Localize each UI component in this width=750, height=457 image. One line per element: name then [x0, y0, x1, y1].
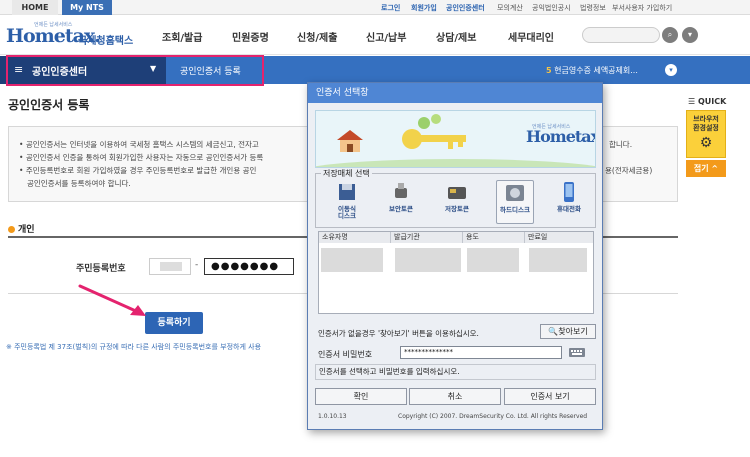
logo-sub-text: 국세청홈택스: [78, 36, 134, 47]
status-message: 인증서를 선택하고 비밀번호를 입력하십시오.: [315, 364, 596, 380]
cert-select-dialog: 인증서 선택창 언제든 납세서비스 Hometax. 이동식 디스크 보안토큰 …: [307, 82, 603, 430]
hard-disk-icon: [506, 185, 524, 201]
bullet-icon: [8, 226, 15, 233]
password-input[interactable]: **************: [400, 346, 562, 359]
chevron-down-icon[interactable]: ▾: [665, 64, 677, 76]
banner-logo: Hometax.: [526, 127, 596, 146]
section-label: 개인: [8, 222, 35, 235]
media-label: 하드디스크: [500, 206, 530, 214]
media-hard-disk[interactable]: 하드디스크: [496, 180, 534, 224]
browse-button[interactable]: 🔍찾아보기: [540, 324, 596, 339]
browser-settings-button[interactable]: 브라우저 환경설정 ⚙: [686, 110, 726, 158]
ok-button[interactable]: 확인: [315, 388, 407, 405]
signup-link[interactable]: 회원가입: [411, 3, 437, 13]
annotation-arrow: [78, 284, 146, 316]
cancel-button[interactable]: 취소: [409, 388, 501, 405]
jumin-label: 주민등록번호: [76, 264, 126, 274]
chevron-down-icon[interactable]: ▾: [682, 27, 698, 43]
hometax-logo[interactable]: 언제든 납세서비스 Hometax. 국세청홈택스: [6, 21, 134, 49]
highlight-box: [6, 55, 264, 86]
nav-apply[interactable]: 신청/제출: [297, 29, 337, 44]
media-removable-disk[interactable]: 이동식 디스크: [328, 180, 366, 224]
col-usage[interactable]: 용도: [463, 232, 525, 243]
blurred-cell: [395, 248, 461, 272]
col-owner[interactable]: 소유자명: [319, 232, 391, 243]
password-label: 인증서 비밀번호: [318, 350, 373, 359]
security-token-icon: [395, 183, 407, 198]
media-label: 이동식 디스크: [338, 205, 356, 220]
copyright-text: Copyright (C) 2007. DreamSecurity Co. Lt…: [398, 413, 588, 420]
keyboard-icon[interactable]: [568, 345, 586, 359]
storage-media-group: 이동식 디스크 보안토큰 저장토큰 하드디스크 휴대전화: [315, 173, 596, 228]
public-corp-link[interactable]: 공익법인공시: [532, 3, 571, 13]
top-bar: HOME My NTS 로그인 회원가입 공인인증센터 모의계산 공익법인공시 …: [0, 0, 750, 15]
info-line: 공인인증서를 등록하여야 합니다.: [27, 179, 131, 188]
media-mobile-phone[interactable]: 휴대전화: [550, 180, 588, 224]
gear-icon: ⚙: [699, 135, 713, 151]
blurred-cell: [321, 248, 383, 272]
notice-text: 현금영수증 세액공제회...: [554, 66, 638, 75]
version-text: 1.0.10.13: [318, 413, 347, 420]
footnote: ※ 주민등록법 제 37조(벌칙)의 규정에 따라 다른 사람의 주민등록번호를…: [6, 343, 262, 351]
quick-title: ☰ QUICK: [688, 97, 727, 106]
info-line-end: 합니다.: [609, 140, 633, 149]
media-label: 저장토큰: [445, 205, 469, 213]
tab-home[interactable]: HOME: [12, 0, 58, 15]
media-security-token[interactable]: 보안토큰: [382, 180, 420, 224]
blurred-cell: [529, 248, 587, 272]
law-info-link[interactable]: 법령정보: [580, 3, 606, 13]
blurred-cell: [467, 248, 519, 272]
dialog-title: 인증서 선택창: [308, 83, 602, 103]
quick-fold-button[interactable]: 접기 ^: [686, 160, 726, 177]
page-title: 공인인증서 등록: [8, 98, 90, 112]
dept-user-join-link[interactable]: 부서사용자 가입하기: [612, 3, 672, 13]
col-issuer[interactable]: 발급기관: [391, 232, 463, 243]
nav-consult[interactable]: 상담/제보: [436, 29, 476, 44]
mock-calc-link[interactable]: 모의계산: [497, 3, 523, 13]
notice-number: 5: [546, 66, 552, 75]
nav-civil-cert[interactable]: 민원증명: [232, 29, 269, 44]
storage-label: 저장매체 선택: [321, 168, 372, 179]
info-line: • 주민등록번호로 회원 가입하였을 경우 주민등록번호로 발급한 개인용 공인: [19, 166, 257, 175]
login-link[interactable]: 로그인: [381, 3, 400, 13]
media-label: 보안토큰: [389, 205, 413, 213]
blurred-value: [160, 262, 182, 271]
media-label: 휴대전화: [557, 205, 581, 213]
notice-ticker[interactable]: 5 현금영수증 세액공제회...: [546, 65, 638, 76]
browser-settings-label: 브라우저 환경설정: [693, 115, 719, 132]
smart-card-icon: [448, 187, 466, 199]
search-icon: 🔍: [548, 327, 559, 336]
info-line: • 공인인증서 인증을 통하여 회원가입한 사용자는 자동으로 공인인증서가 등…: [19, 153, 264, 162]
search-icon[interactable]: ⌕: [662, 27, 678, 43]
col-expiry[interactable]: 만료일: [525, 232, 593, 243]
dash: -: [195, 260, 199, 270]
cert-list[interactable]: 소유자명 발급기관 용도 만료일: [318, 231, 594, 314]
dialog-banner: 언제든 납세서비스 Hometax.: [315, 110, 596, 168]
media-smart-card[interactable]: 저장토큰: [438, 180, 476, 224]
search-input[interactable]: [582, 27, 660, 43]
nav-inquiry[interactable]: 조회/발급: [162, 29, 202, 44]
nav-report-pay[interactable]: 신고/납부: [366, 29, 406, 44]
mobile-phone-icon: [564, 182, 574, 202]
info-line: • 공인인증서는 인터넷을 이용하여 국세청 홈택스 시스템의 세금신고, 전자…: [19, 140, 259, 149]
house-icon: [337, 130, 363, 152]
cert-center-link[interactable]: 공인인증센터: [446, 3, 485, 13]
removable-disk-icon: [339, 184, 355, 200]
header: 언제든 납세서비스 Hometax. 국세청홈택스 조회/발급 민원증명 신청/…: [0, 15, 750, 55]
hint-text: 인증서가 없을경우 '찾아보기' 버튼을 이용하십시오.: [318, 329, 479, 338]
tab-my-nts[interactable]: My NTS: [62, 0, 112, 15]
info-line-end: 용(전자세금용): [605, 166, 653, 175]
view-cert-button[interactable]: 인증서 보기: [504, 388, 596, 405]
nav-tax-agent[interactable]: 세무대리인: [508, 29, 554, 44]
jumin-back-input[interactable]: ●●●●●●●: [204, 258, 294, 275]
